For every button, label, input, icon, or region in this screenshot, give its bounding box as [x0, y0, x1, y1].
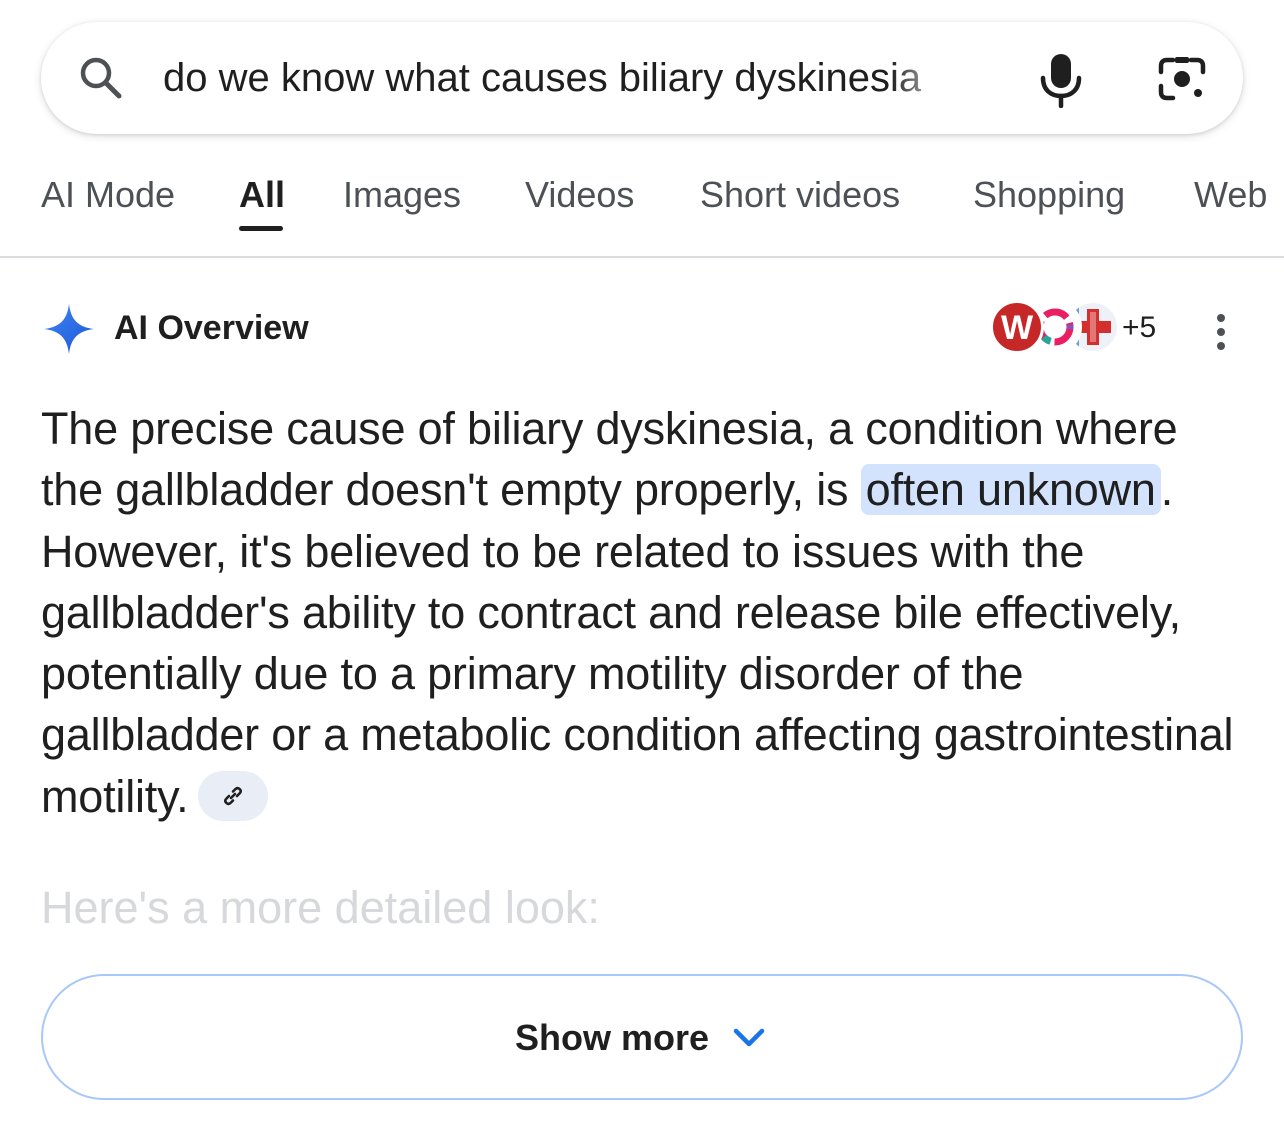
tab-web[interactable]: Web: [1194, 174, 1267, 216]
search-results-page: AI Mode All Images Videos Short videos S…: [0, 0, 1284, 1143]
sources-more-count: +5: [1122, 311, 1157, 344]
chevron-down-icon: [733, 1028, 765, 1047]
more-options-icon[interactable]: [1204, 310, 1238, 354]
ai-overview-title: AI Overview: [114, 309, 309, 347]
tab-short-videos[interactable]: Short videos: [700, 174, 900, 216]
tab-shopping[interactable]: Shopping: [973, 174, 1125, 216]
detail-intro-text: Here's a more detailed look:: [41, 882, 600, 933]
source-avatar-initial: W: [1000, 309, 1034, 347]
active-tab-indicator: [239, 226, 283, 231]
microphone-icon[interactable]: [1037, 52, 1085, 108]
search-icon[interactable]: [76, 53, 126, 103]
source-avatars[interactable]: W +5: [990, 300, 1170, 356]
show-more-button[interactable]: Show more: [41, 974, 1243, 1100]
ai-overview-text: The precise cause of biliary dyskinesia,…: [41, 398, 1251, 827]
tab-videos[interactable]: Videos: [525, 174, 634, 216]
highlighted-phrase[interactable]: often unknown: [860, 464, 1161, 516]
gemini-spark-icon: [44, 304, 94, 354]
link-icon: [224, 786, 243, 806]
source-avatar-w[interactable]: W: [990, 300, 1044, 354]
search-tabs: AI Mode All Images Videos Short videos S…: [0, 160, 1284, 258]
search-input[interactable]: [163, 52, 953, 104]
search-bar[interactable]: [41, 22, 1243, 134]
tab-ai-mode[interactable]: AI Mode: [41, 174, 175, 216]
tab-images[interactable]: Images: [343, 174, 461, 216]
overview-text-part-2: . However, it's believed to be related t…: [41, 464, 1234, 822]
source-link-chip[interactable]: [198, 770, 269, 821]
camera-lens-icon[interactable]: [1157, 54, 1207, 104]
tab-all[interactable]: All: [239, 174, 285, 216]
show-more-label: Show more: [515, 1017, 710, 1058]
